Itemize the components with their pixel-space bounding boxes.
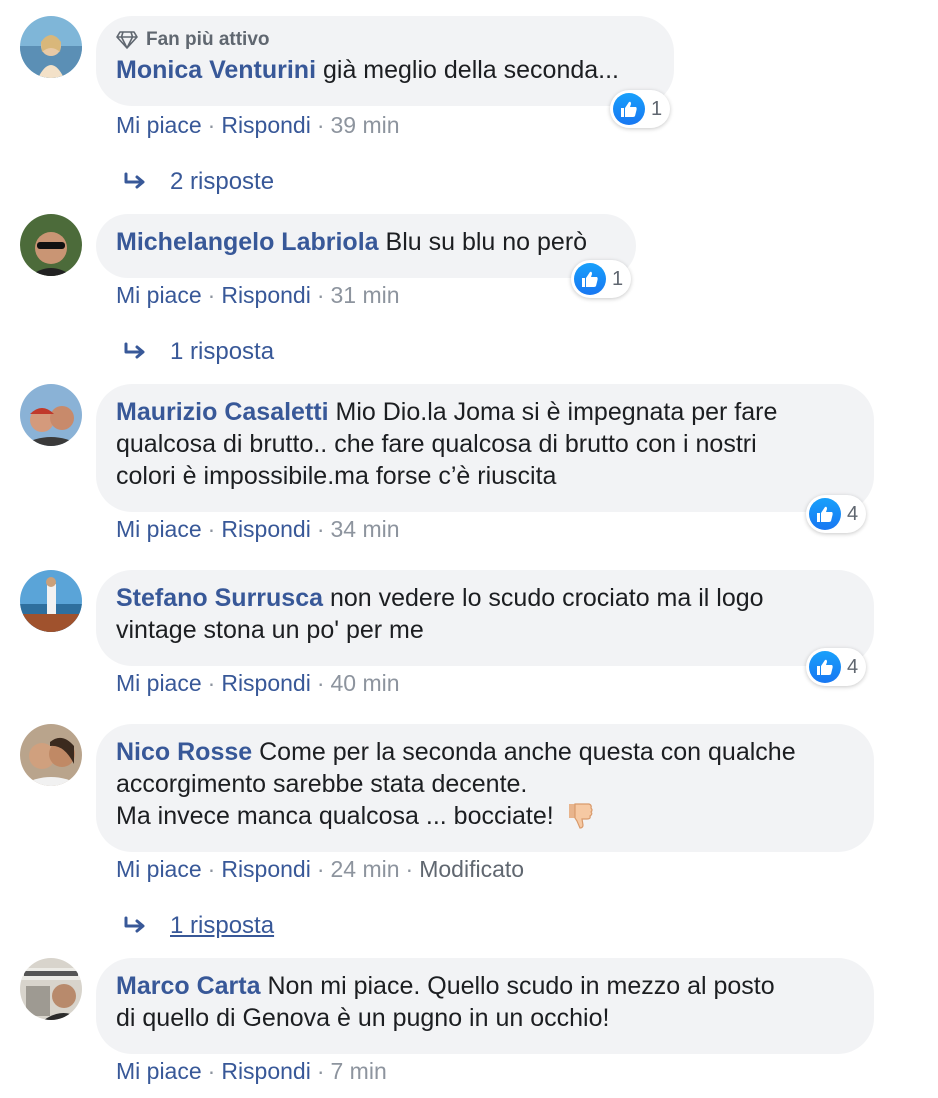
reaction-count[interactable]: 1 <box>571 260 632 298</box>
avatar[interactable] <box>20 570 82 632</box>
like-icon <box>809 651 841 683</box>
comment-text: qualcosa di brutto.. che fare qualcosa d… <box>116 430 757 458</box>
reply-link[interactable]: Rispondi <box>221 516 311 542</box>
avatar[interactable] <box>20 16 82 78</box>
timestamp[interactable]: 31 min <box>331 282 400 308</box>
comment-text: Ma invece manca qualcosa ... bocciate! <box>116 802 554 830</box>
like-icon <box>809 498 841 530</box>
reaction-number: 1 <box>612 267 624 290</box>
comment-actions: Mi piace · Rispondi · 40 min <box>116 670 400 696</box>
comment-text: Blu su blu no però <box>385 228 588 256</box>
like-link[interactable]: Mi piace <box>116 282 202 308</box>
comment-text: vintage stona un po' per me <box>116 616 424 644</box>
comment-author[interactable]: Marco Carta <box>116 972 261 1000</box>
comment-text: di quello di Genova è un pugno in un occ… <box>116 1004 610 1032</box>
comment-bubble: Stefano Surrusca non vedere lo scudo cro… <box>96 570 874 666</box>
top-fan-badge: Fan più attivo <box>116 28 652 52</box>
reply-link[interactable]: Rispondi <box>221 670 311 696</box>
comment-bubble: Michelangelo Labriola Blu su blu no però <box>96 214 636 278</box>
timestamp[interactable]: 7 min <box>331 1058 387 1084</box>
reaction-count[interactable]: 4 <box>806 648 867 686</box>
comment-text: Non mi piace. Quello scudo in mezzo al p… <box>267 972 775 1000</box>
view-replies-link[interactable]: 1 risposta <box>124 912 274 940</box>
like-icon <box>613 93 645 125</box>
comment-author[interactable]: Monica Venturini <box>116 56 316 84</box>
badge-label: Fan più attivo <box>146 29 270 50</box>
comment-bubble: Fan più attivo Monica Venturini già megl… <box>96 16 674 106</box>
avatar[interactable] <box>20 958 82 1020</box>
comment-author[interactable]: Nico Rosse <box>116 738 252 766</box>
reaction-number: 4 <box>847 502 859 525</box>
avatar[interactable] <box>20 724 82 786</box>
edited-label[interactable]: Modificato <box>419 856 524 882</box>
replies-label[interactable]: 1 risposta <box>170 912 274 940</box>
reply-link[interactable]: Rispondi <box>221 1058 311 1084</box>
view-replies-link[interactable]: 2 risposte <box>124 168 274 196</box>
comment-actions: Mi piace · Rispondi · 31 min <box>116 282 400 308</box>
comment-author[interactable]: Michelangelo Labriola <box>116 228 379 256</box>
comment-text: Mio Dio.la Joma si è impegnata per fare <box>335 398 778 426</box>
timestamp[interactable]: 24 min <box>331 856 400 882</box>
reaction-number: 1 <box>651 97 663 120</box>
like-link[interactable]: Mi piace <box>116 112 202 138</box>
comment-author[interactable]: Maurizio Casaletti <box>116 398 329 426</box>
reply-link[interactable]: Rispondi <box>221 112 311 138</box>
timestamp[interactable]: 34 min <box>331 516 400 542</box>
comment-author[interactable]: Stefano Surrusca <box>116 584 323 612</box>
reaction-number: 4 <box>847 655 859 678</box>
view-replies-link[interactable]: 1 risposta <box>124 338 274 366</box>
comment-actions: Mi piace · Rispondi · 34 min <box>116 516 400 542</box>
thumbs-down-emoji-icon <box>568 803 593 829</box>
comment-text: Come per la seconda anche questa con qua… <box>259 738 796 766</box>
comment-bubble: Maurizio Casaletti Mio Dio.la Joma si è … <box>96 384 874 512</box>
comment-bubble: Marco Carta Non mi piace. Quello scudo i… <box>96 958 874 1054</box>
comment-bubble: Nico Rosse Come per la seconda anche que… <box>96 724 874 852</box>
comment-text: non vedere lo scudo crociato ma il logo <box>329 584 764 612</box>
like-icon <box>574 263 606 295</box>
avatar[interactable] <box>20 214 82 276</box>
comment-text: colori è impossibile.ma forse c’è riusci… <box>116 462 557 490</box>
reply-link[interactable]: Rispondi <box>221 282 311 308</box>
comment-actions: Mi piace · Rispondi · 7 min <box>116 1058 387 1084</box>
timestamp[interactable]: 39 min <box>331 112 400 138</box>
diamond-icon <box>116 31 138 49</box>
reaction-count[interactable]: 4 <box>806 495 867 533</box>
like-link[interactable]: Mi piace <box>116 1058 202 1084</box>
comment-text: accorgimento sarebbe stata decente. <box>116 770 528 798</box>
avatar[interactable] <box>20 384 82 446</box>
like-link[interactable]: Mi piace <box>116 856 202 882</box>
comment-text: già meglio della seconda... <box>322 56 620 84</box>
timestamp[interactable]: 40 min <box>331 670 400 696</box>
comment-actions: Mi piace · Rispondi · 24 min · Modificato <box>116 856 525 882</box>
comment-actions: Mi piace · Rispondi · 39 min <box>116 112 400 138</box>
replies-label[interactable]: 1 risposta <box>170 338 274 366</box>
like-link[interactable]: Mi piace <box>116 516 202 542</box>
reply-link[interactable]: Rispondi <box>221 856 311 882</box>
reaction-count[interactable]: 1 <box>610 90 671 128</box>
like-link[interactable]: Mi piace <box>116 670 202 696</box>
reply-arrow-icon <box>124 916 145 933</box>
reply-arrow-icon <box>124 342 145 359</box>
reply-arrow-icon <box>124 172 145 189</box>
replies-label[interactable]: 2 risposte <box>170 168 274 196</box>
